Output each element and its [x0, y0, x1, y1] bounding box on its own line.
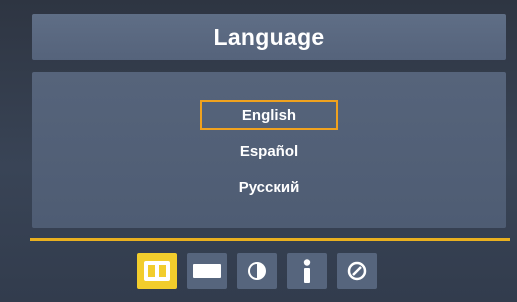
settings-icon: [347, 261, 367, 281]
title-bar: Language: [32, 14, 506, 60]
info-icon: [303, 259, 311, 283]
menu-tab-bar: [137, 253, 377, 289]
tab-brightness[interactable]: [237, 253, 277, 289]
language-list: English Español Русский: [32, 100, 506, 208]
language-option-espanol[interactable]: Español: [200, 136, 338, 166]
menu-title: Language: [213, 23, 325, 50]
osd-menu: Language English Español Русский: [0, 0, 517, 302]
language-option-english[interactable]: English: [200, 100, 338, 130]
tab-info[interactable]: [287, 253, 327, 289]
tab-settings[interactable]: [337, 253, 377, 289]
tab-language[interactable]: [137, 253, 177, 289]
brightness-icon: [248, 262, 266, 280]
picture-icon: [193, 264, 221, 278]
language-panel: English Español Русский: [32, 72, 506, 228]
language-icon: [144, 261, 170, 281]
language-option-russian[interactable]: Русский: [200, 172, 338, 202]
tab-picture[interactable]: [187, 253, 227, 289]
divider: [30, 238, 510, 241]
